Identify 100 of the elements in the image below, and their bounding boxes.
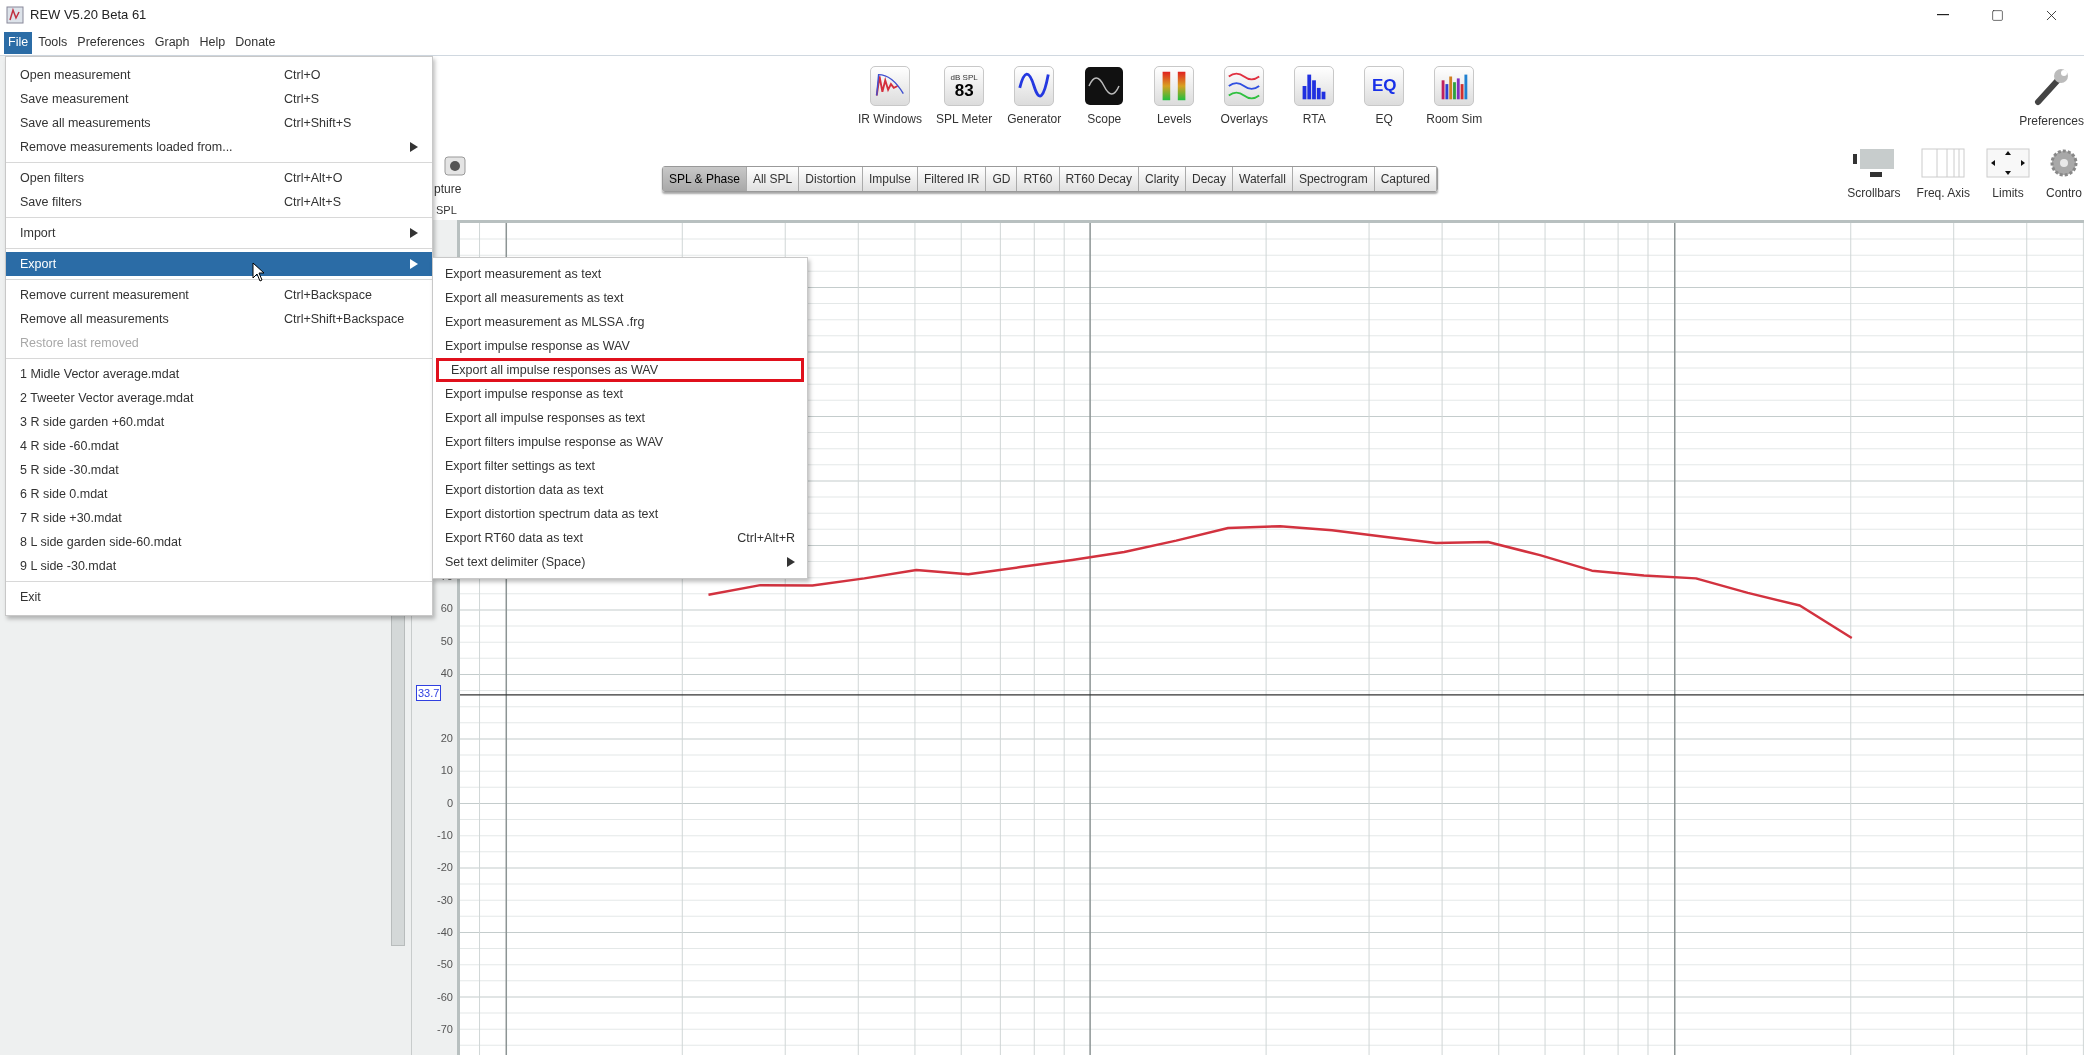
minimize-icon [1937, 14, 1949, 16]
menu-item[interactable]: 5 R side -30.mdat [6, 458, 432, 482]
menu-item[interactable]: Export filters impulse response as WAV [433, 430, 807, 454]
menu-item[interactable]: Open measurement Ctrl+O [6, 63, 432, 87]
menu-item[interactable]: Export measurement as MLSSA .frg [433, 310, 807, 334]
overlay-waves-icon [1224, 66, 1265, 106]
menu-item[interactable]: Save filters Ctrl+Alt+S [6, 190, 432, 214]
menu-bar-item[interactable]: File [4, 31, 33, 54]
menu-item[interactable]: Export measurement as text [433, 262, 807, 286]
menu-item[interactable]: Export [6, 252, 432, 276]
menu-item[interactable]: Remove current measurement Ctrl+Backspace [6, 283, 432, 307]
graph-control-button[interactable]: Contro [2045, 148, 2082, 202]
menu-bar-item[interactable]: Graph [150, 31, 194, 54]
menu-item[interactable]: 6 R side 0.mdat [6, 482, 432, 506]
graph-tab[interactable]: Captured [1374, 167, 1437, 191]
impulse-window-icon [870, 66, 910, 106]
menu-item[interactable]: Export all impulse responses as WAV [436, 358, 804, 382]
menu-item[interactable]: Open filters Ctrl+Alt+O [6, 166, 432, 190]
scrollbars-icon [1851, 148, 1896, 178]
menu-item[interactable]: 4 R side -60.mdat [6, 434, 432, 458]
menu-bar-item[interactable]: Preferences [73, 31, 149, 54]
menu-item[interactable]: Exit [6, 585, 432, 609]
submenu-arrow-icon [410, 142, 418, 152]
menu-item[interactable]: Save all measurements Ctrl+Shift+S [6, 111, 432, 135]
graph-tab[interactable]: RT60 [1017, 167, 1060, 191]
menu-item[interactable]: Export RT60 data as text Ctrl+Alt+R [433, 526, 807, 550]
submenu-arrow-icon [787, 557, 795, 567]
y-axis-tick-label: 0 [446, 795, 453, 811]
y-axis-tick-label: -40 [437, 924, 453, 940]
menu-bar-item[interactable]: Donate [231, 31, 280, 54]
menu-item[interactable]: Export all measurements as text [433, 286, 807, 310]
graph-tab[interactable]: Filtered IR [918, 167, 987, 191]
graph-tab[interactable]: Clarity [1139, 167, 1186, 191]
toolbar-button[interactable]: Scope [1076, 66, 1133, 128]
y-axis-tick-label: -10 [437, 827, 453, 843]
menu-item[interactable]: 8 L side garden side-60.mdat [6, 530, 432, 554]
graph-control-button[interactable]: Freq. Axis [1916, 148, 1970, 202]
graph-tab[interactable]: Spectrogram [1292, 167, 1375, 191]
y-axis-tick-label: -70 [437, 1021, 453, 1037]
toolbar-button[interactable]: Generator [1006, 66, 1063, 128]
graph-tab[interactable]: SPL & Phase [663, 167, 747, 191]
graph-tab[interactable]: RT60 Decay [1059, 167, 1139, 191]
frequency-axis-icon [1921, 148, 1966, 178]
menu-item[interactable]: Export distortion data as text [433, 478, 807, 502]
y-axis-tick-label: 40 [440, 665, 453, 681]
app-icon [6, 6, 24, 24]
menu-item[interactable]: Import [6, 221, 432, 245]
y-axis-tick-label: 20 [440, 730, 453, 746]
bar-chart-icon [1294, 66, 1335, 106]
gear-icon [2049, 148, 2079, 178]
graph-control-button[interactable]: Limits [1985, 148, 2030, 202]
toolbar-button[interactable]: Levels [1146, 66, 1203, 128]
menu-item[interactable]: Remove all measurements Ctrl+Shift+Backspace [6, 307, 432, 331]
menu-item[interactable]: Export filter settings as text [433, 454, 807, 478]
y-axis-tick-label: -30 [437, 892, 453, 908]
menu-item[interactable]: 3 R side garden +60.mdat [6, 410, 432, 434]
toolbar-button[interactable]: IR Windows [858, 66, 922, 128]
toolbar-button[interactable]: EQ EQ [1356, 66, 1413, 128]
y-axis-tick-label: 50 [440, 633, 453, 649]
y-axis-tick-label: 60 [440, 601, 453, 617]
menu-item[interactable]: 2 Tweeter Vector average.mdat [6, 386, 432, 410]
graph-tab[interactable]: All SPL [746, 167, 800, 191]
graph-tab[interactable]: Waterfall [1233, 167, 1293, 191]
menu-item[interactable]: Remove measurements loaded from... [6, 135, 432, 159]
menu-item[interactable]: Export impulse response as text [433, 382, 807, 406]
menu-item[interactable]: 9 L side -30.mdat [6, 554, 432, 578]
menu-item[interactable]: 7 R side +30.mdat [6, 506, 432, 530]
menu-item[interactable]: 1 Midle Vector average.mdat [6, 362, 432, 386]
menu-item[interactable]: Save measurement Ctrl+S [6, 87, 432, 111]
mouse-pointer-icon [252, 262, 266, 282]
preferences-button[interactable]: Preferences [2019, 66, 2084, 130]
graph-control-button[interactable]: Scrollbars [1847, 148, 1901, 202]
four-arrows-icon [1985, 148, 2030, 178]
toolbar-button[interactable]: Overlays [1216, 66, 1273, 128]
graph-tab[interactable]: Decay [1186, 167, 1234, 191]
capture-button[interactable]: pture [434, 156, 466, 198]
level-meter-icon [1154, 66, 1195, 106]
axis-unit-label: SPL [436, 203, 457, 218]
y-axis-tick-label: -60 [437, 989, 453, 1005]
oscilloscope-icon [1084, 66, 1125, 106]
toolbar-button[interactable]: RTA [1286, 66, 1343, 128]
cursor-value-label: 33.7 [416, 685, 442, 702]
graph-tab[interactable]: Impulse [863, 167, 918, 191]
camera-icon [444, 156, 466, 176]
menu-item[interactable]: Export impulse response as WAV [433, 334, 807, 358]
graph-tab[interactable]: GD [986, 167, 1018, 191]
toolbar-button[interactable]: dB SPL 83 SPL Meter [936, 66, 993, 128]
submenu-arrow-icon [410, 228, 418, 238]
menu-bar-item[interactable]: Tools [34, 31, 72, 54]
maximize-icon [1990, 8, 2004, 22]
menu-item[interactable]: Export distortion spectrum data as text [433, 502, 807, 526]
graph-tab[interactable]: Distortion [799, 167, 863, 191]
window-title: REW V5.20 Beta 61 [30, 6, 147, 25]
submenu-arrow-icon [410, 259, 418, 269]
menu-item[interactable]: Set text delimiter (Space) [433, 550, 807, 574]
menu-bar-item[interactable]: Help [195, 31, 230, 54]
colored-bars-icon [1434, 66, 1475, 106]
y-axis-tick-label: 10 [440, 762, 453, 778]
menu-item[interactable]: Export all impulse responses as text [433, 406, 807, 430]
toolbar-button[interactable]: Room Sim [1426, 66, 1483, 128]
